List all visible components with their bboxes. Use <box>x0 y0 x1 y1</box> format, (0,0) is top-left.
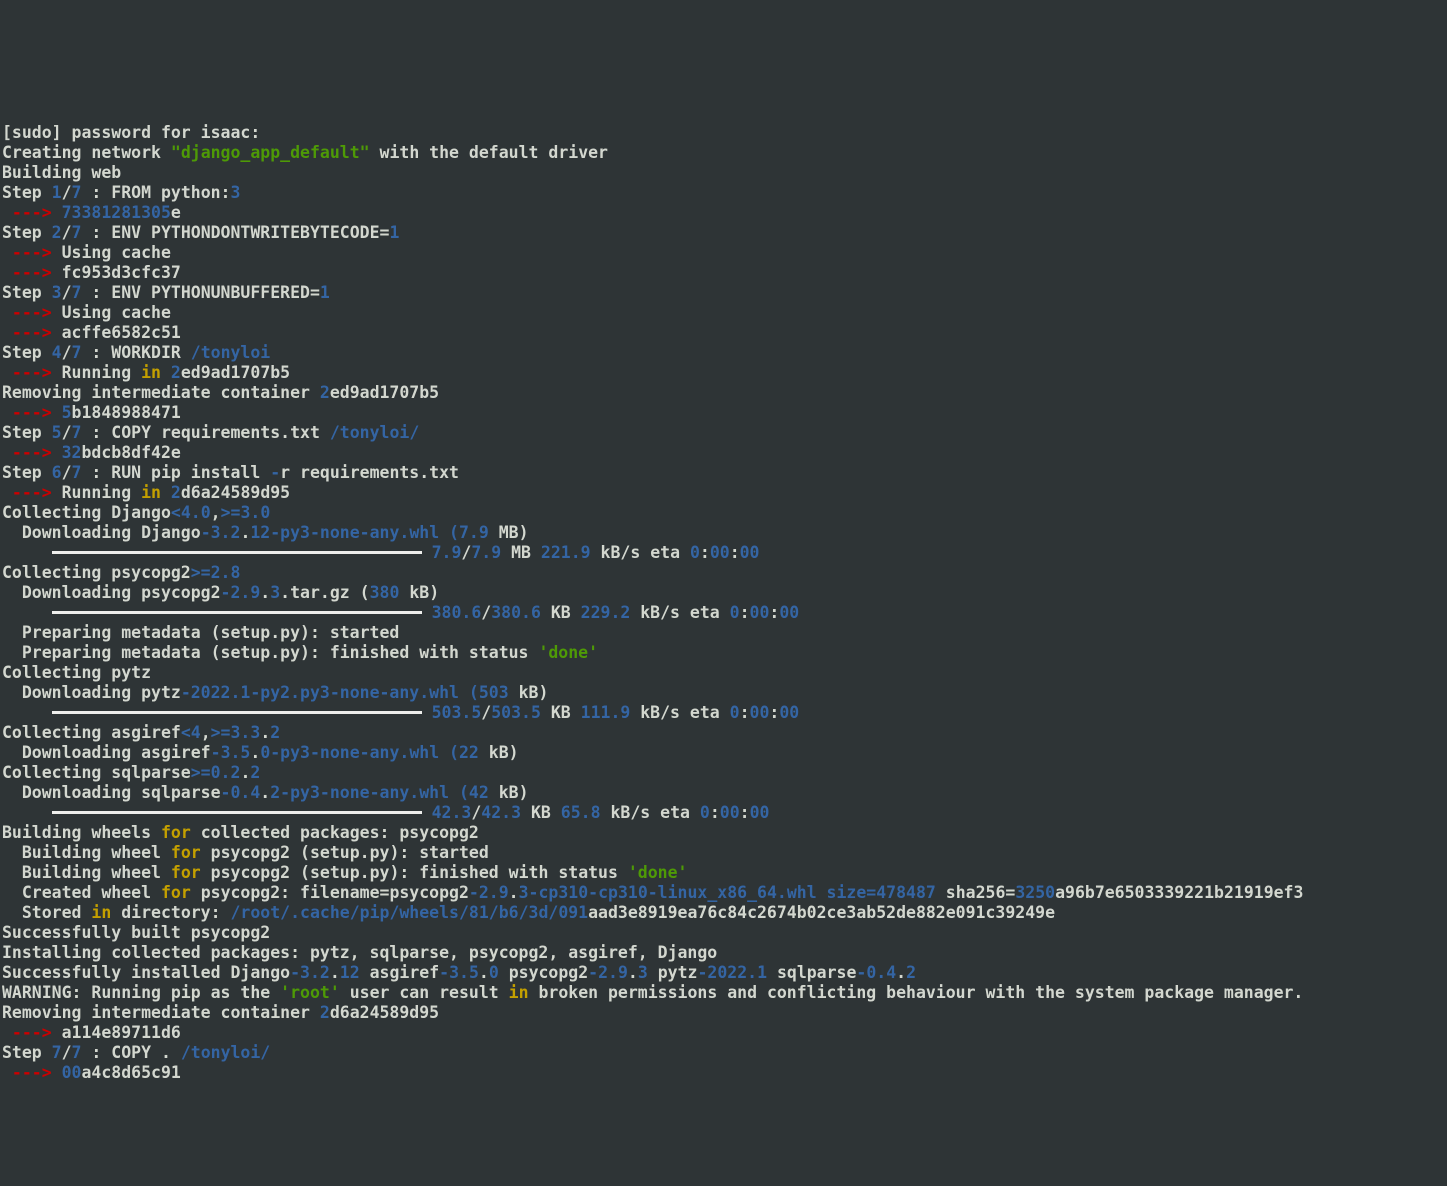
step-5: Step 5/7 : COPY requirements.txt /tonylo… <box>2 423 419 442</box>
wheels-build-start: Building wheel for psycopg2 (setup.py): … <box>2 843 489 862</box>
step-3-hash: ---> acffe6582c51 <box>2 323 181 342</box>
network-line: Creating network "django_app_default" wi… <box>2 143 608 162</box>
collect-psycopg2: Collecting psycopg2>=2.8 <box>2 563 240 582</box>
collect-django: Collecting Django<4.0,>=3.0 <box>2 503 270 522</box>
dl-pytz: Downloading pytz-2022.1-py2.py3-none-any… <box>2 683 548 702</box>
pip-warning: WARNING: Running pip as the 'root' user … <box>2 983 1303 1002</box>
dl-asgiref: Downloading asgiref-3.5.0-py3-none-any.w… <box>2 743 519 762</box>
building-web: Building web <box>2 163 121 182</box>
collect-pytz: Collecting pytz <box>2 663 151 682</box>
step-2-cache: ---> Using cache <box>2 243 171 262</box>
step-4-hash: ---> 5b1848988471 <box>2 403 181 422</box>
step-1: Step 1/7 : FROM python:3 <box>2 183 240 202</box>
sudo-line: [sudo] password for isaac: <box>2 123 260 142</box>
wheels-build-done: Building wheel for psycopg2 (setup.py): … <box>2 863 687 882</box>
installing: Installing collected packages: pytz, sql… <box>2 943 717 962</box>
collect-sqlparse: Collecting sqlparse>=0.2.2 <box>2 763 260 782</box>
collect-asgiref: Collecting asgiref<4,>=3.3.2 <box>2 723 280 742</box>
step-4-run: ---> Running in 2ed9ad1707b5 <box>2 363 290 382</box>
progress-pytz: 503.5/503.5 KB 111.9 kB/s eta 0:00:00 <box>2 703 799 722</box>
progress-django: 7.9/7.9 MB 221.9 kB/s eta 0:00:00 <box>2 543 760 562</box>
psycopg2-prep2: Preparing metadata (setup.py): finished … <box>2 643 598 662</box>
progress-psycopg2: 380.6/380.6 KB 229.2 kB/s eta 0:00:00 <box>2 603 799 622</box>
step-6-rm: Removing intermediate container 2d6a2458… <box>2 1003 439 1022</box>
step-6-hash: ---> a114e89711d6 <box>2 1023 181 1042</box>
step-1-hash: ---> 73381281305e <box>2 203 181 222</box>
step-3: Step 3/7 : ENV PYTHONUNBUFFERED=1 <box>2 283 330 302</box>
step-5-hash: ---> 32bdcb8df42e <box>2 443 181 462</box>
step-7-hash: ---> 00a4c8d65c91 <box>2 1063 181 1082</box>
dl-django: Downloading Django-3.2.12-py3-none-any.w… <box>2 523 529 542</box>
step-2-hash: ---> fc953d3cfc37 <box>2 263 181 282</box>
success-install: Successfully installed Django-3.2.12 asg… <box>2 963 916 982</box>
wheels-created: Created wheel for psycopg2: filename=psy… <box>2 883 1303 902</box>
dl-psycopg2: Downloading psycopg2-2.9.3.tar.gz (380 k… <box>2 583 439 602</box>
step-6-run: ---> Running in 2d6a24589d95 <box>2 483 290 502</box>
step-4: Step 4/7 : WORKDIR /tonyloi <box>2 343 270 362</box>
step-7: Step 7/7 : COPY . /tonyloi/ <box>2 1043 270 1062</box>
built-ok: Successfully built psycopg2 <box>2 923 270 942</box>
progress-sqlparse: 42.3/42.3 KB 65.8 kB/s eta 0:00:00 <box>2 803 769 822</box>
psycopg2-prep1: Preparing metadata (setup.py): started <box>2 623 399 642</box>
wheels-stored: Stored in directory: /root/.cache/pip/wh… <box>2 903 1055 922</box>
wheels-header: Building wheels for collected packages: … <box>2 823 479 842</box>
step-3-cache: ---> Using cache <box>2 303 171 322</box>
step-2: Step 2/7 : ENV PYTHONDONTWRITEBYTECODE=1 <box>2 223 399 242</box>
step-6: Step 6/7 : RUN pip install -r requiremen… <box>2 463 459 482</box>
terminal-output[interactable]: [sudo] password for isaac: Creating netw… <box>0 100 1447 1086</box>
step-4-rm: Removing intermediate container 2ed9ad17… <box>2 383 439 402</box>
dl-sqlparse: Downloading sqlparse-0.4.2-py3-none-any.… <box>2 783 529 802</box>
